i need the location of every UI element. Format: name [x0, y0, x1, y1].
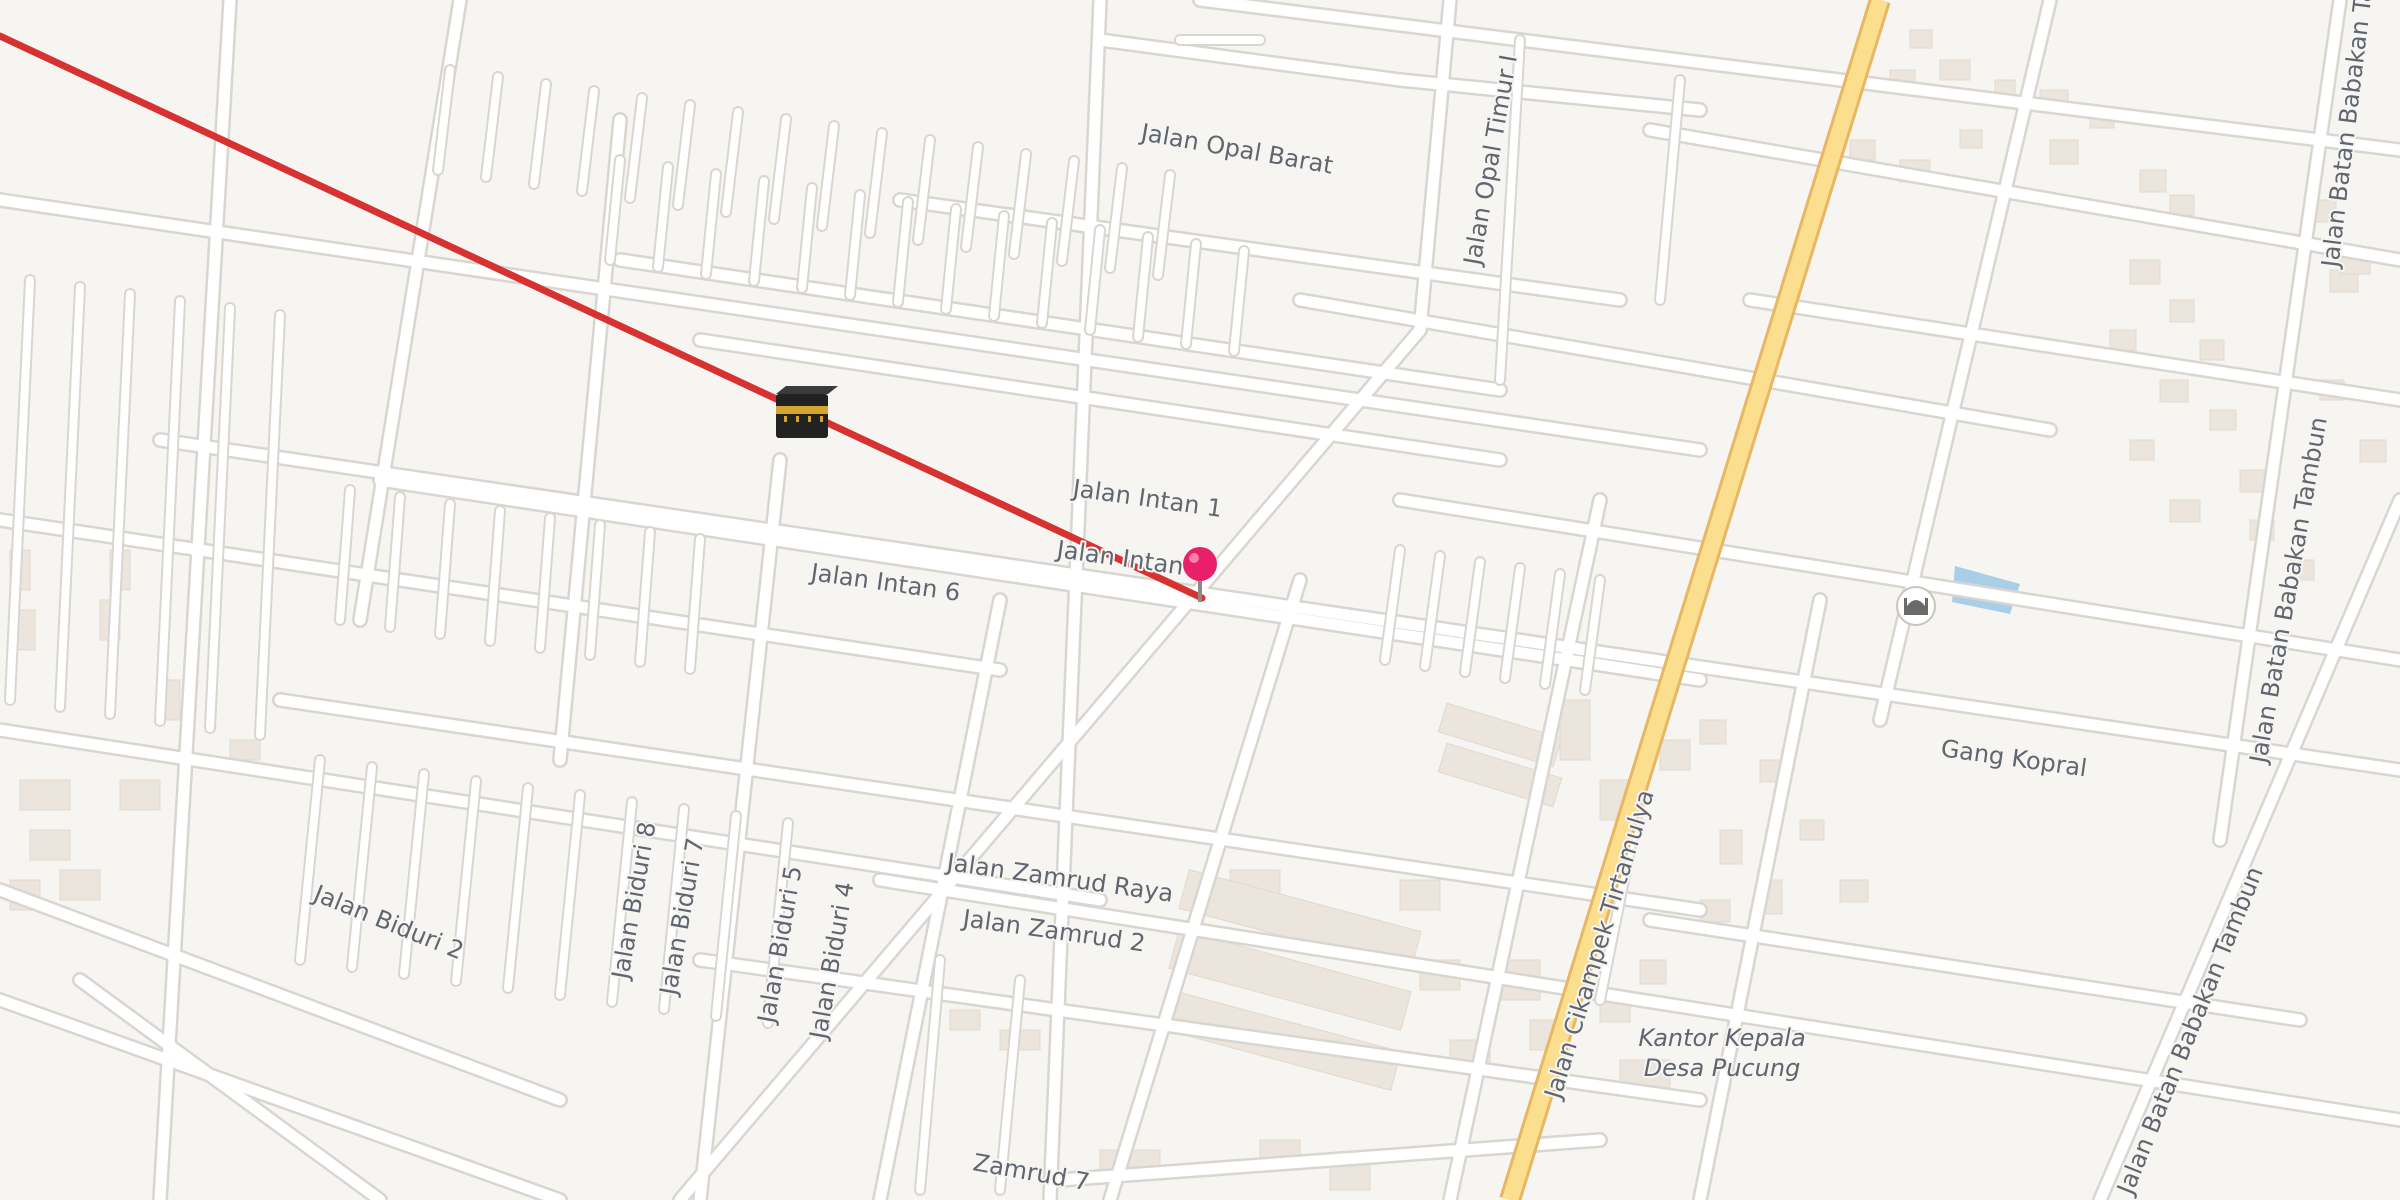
map-canvas[interactable]: Jalan Opal Barat Jalan Opal Timur I Jala… [0, 0, 2400, 1200]
poi-label-line2: Desa Pucung [1644, 1054, 1801, 1082]
poi-label-line1: Kantor Kepala [1638, 1024, 1805, 1052]
mosque-icon[interactable] [1896, 586, 1936, 626]
